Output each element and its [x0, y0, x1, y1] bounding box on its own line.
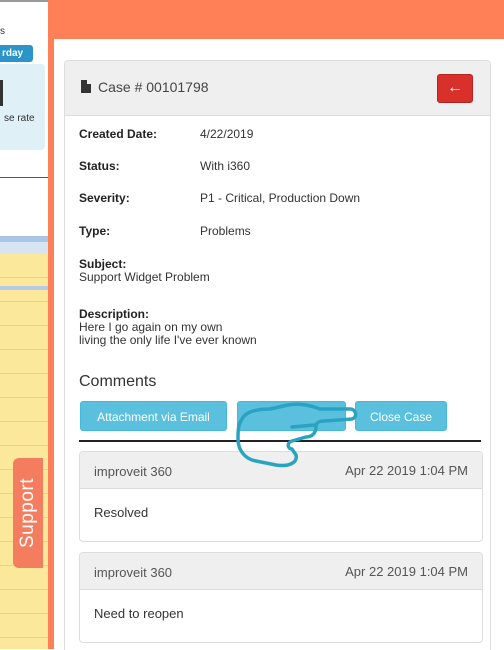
- close-case-button[interactable]: Close Case: [355, 401, 447, 431]
- bg-info-panel: [0, 64, 45, 150]
- description-block: Description: Here I go again on my own l…: [79, 308, 257, 347]
- comments-heading: Comments: [79, 373, 157, 390]
- bg-panel-marker: [0, 80, 3, 106]
- comment-header: improveit 360 Apr 22 2019 1:04 PM: [80, 553, 482, 590]
- support-tab-label: Support: [17, 477, 38, 549]
- comment-body: Resolved: [94, 505, 149, 520]
- bg-day-pill[interactable]: rday: [0, 45, 33, 62]
- support-tab[interactable]: Support: [13, 458, 43, 568]
- bg-fragment-text: s: [0, 26, 5, 37]
- severity-label: Severity:: [79, 191, 130, 205]
- bg-yellow-list: [0, 254, 48, 649]
- case-title: Case # 00101798: [98, 79, 209, 95]
- comment-header: improveit 360 Apr 22 2019 1:04 PM: [80, 452, 482, 489]
- bg-rate-text: se rate: [4, 113, 35, 124]
- comments-divider: [79, 440, 481, 442]
- comment-author: improveit 360: [94, 464, 173, 479]
- subject-value: Support Widget Problem: [79, 270, 210, 284]
- attachment-via-email-button[interactable]: Attachment via Email: [80, 401, 227, 431]
- comment-date: Apr 22 2019 1:04 PM: [345, 463, 468, 478]
- created-date-label: Created Date:: [79, 127, 158, 141]
- comment-body: Need to reopen: [94, 606, 184, 621]
- case-card: Case # 00101798 ← Created Date: 4/22/201…: [64, 60, 491, 650]
- arrow-left-icon: ←: [447, 79, 463, 96]
- type-label: Type:: [79, 224, 111, 238]
- created-date-value: 4/22/2019: [200, 127, 254, 141]
- type-value: Problems: [200, 224, 251, 238]
- case-header: Case # 00101798 ←: [65, 61, 490, 116]
- panel-header: [48, 0, 504, 39]
- bg-lightblue-band: [0, 242, 48, 254]
- severity-value: P1 - Critical, Production Down: [200, 191, 361, 205]
- description-line: living the only life I've ever known: [79, 333, 257, 347]
- comment-date: Apr 22 2019 1:04 PM: [345, 564, 468, 579]
- bg-divider: [0, 177, 48, 178]
- comment-author: improveit 360: [94, 565, 173, 580]
- comment-item: improveit 360 Apr 22 2019 1:04 PM Need t…: [79, 552, 483, 643]
- status-label: Status:: [79, 159, 120, 173]
- bg-top-border: [0, 0, 48, 2]
- comment-item: improveit 360 Apr 22 2019 1:04 PM Resolv…: [79, 451, 483, 542]
- add-comment-button[interactable]: [237, 401, 346, 431]
- file-icon: [81, 80, 91, 93]
- status-value: With i360: [200, 159, 251, 173]
- panel-left-edge: [48, 0, 54, 649]
- background-app: s rday se rate Support: [0, 0, 48, 649]
- back-button[interactable]: ←: [437, 74, 473, 103]
- bg-list-stripe: [0, 286, 48, 290]
- subject-block: Subject: Support Widget Problem: [79, 258, 210, 284]
